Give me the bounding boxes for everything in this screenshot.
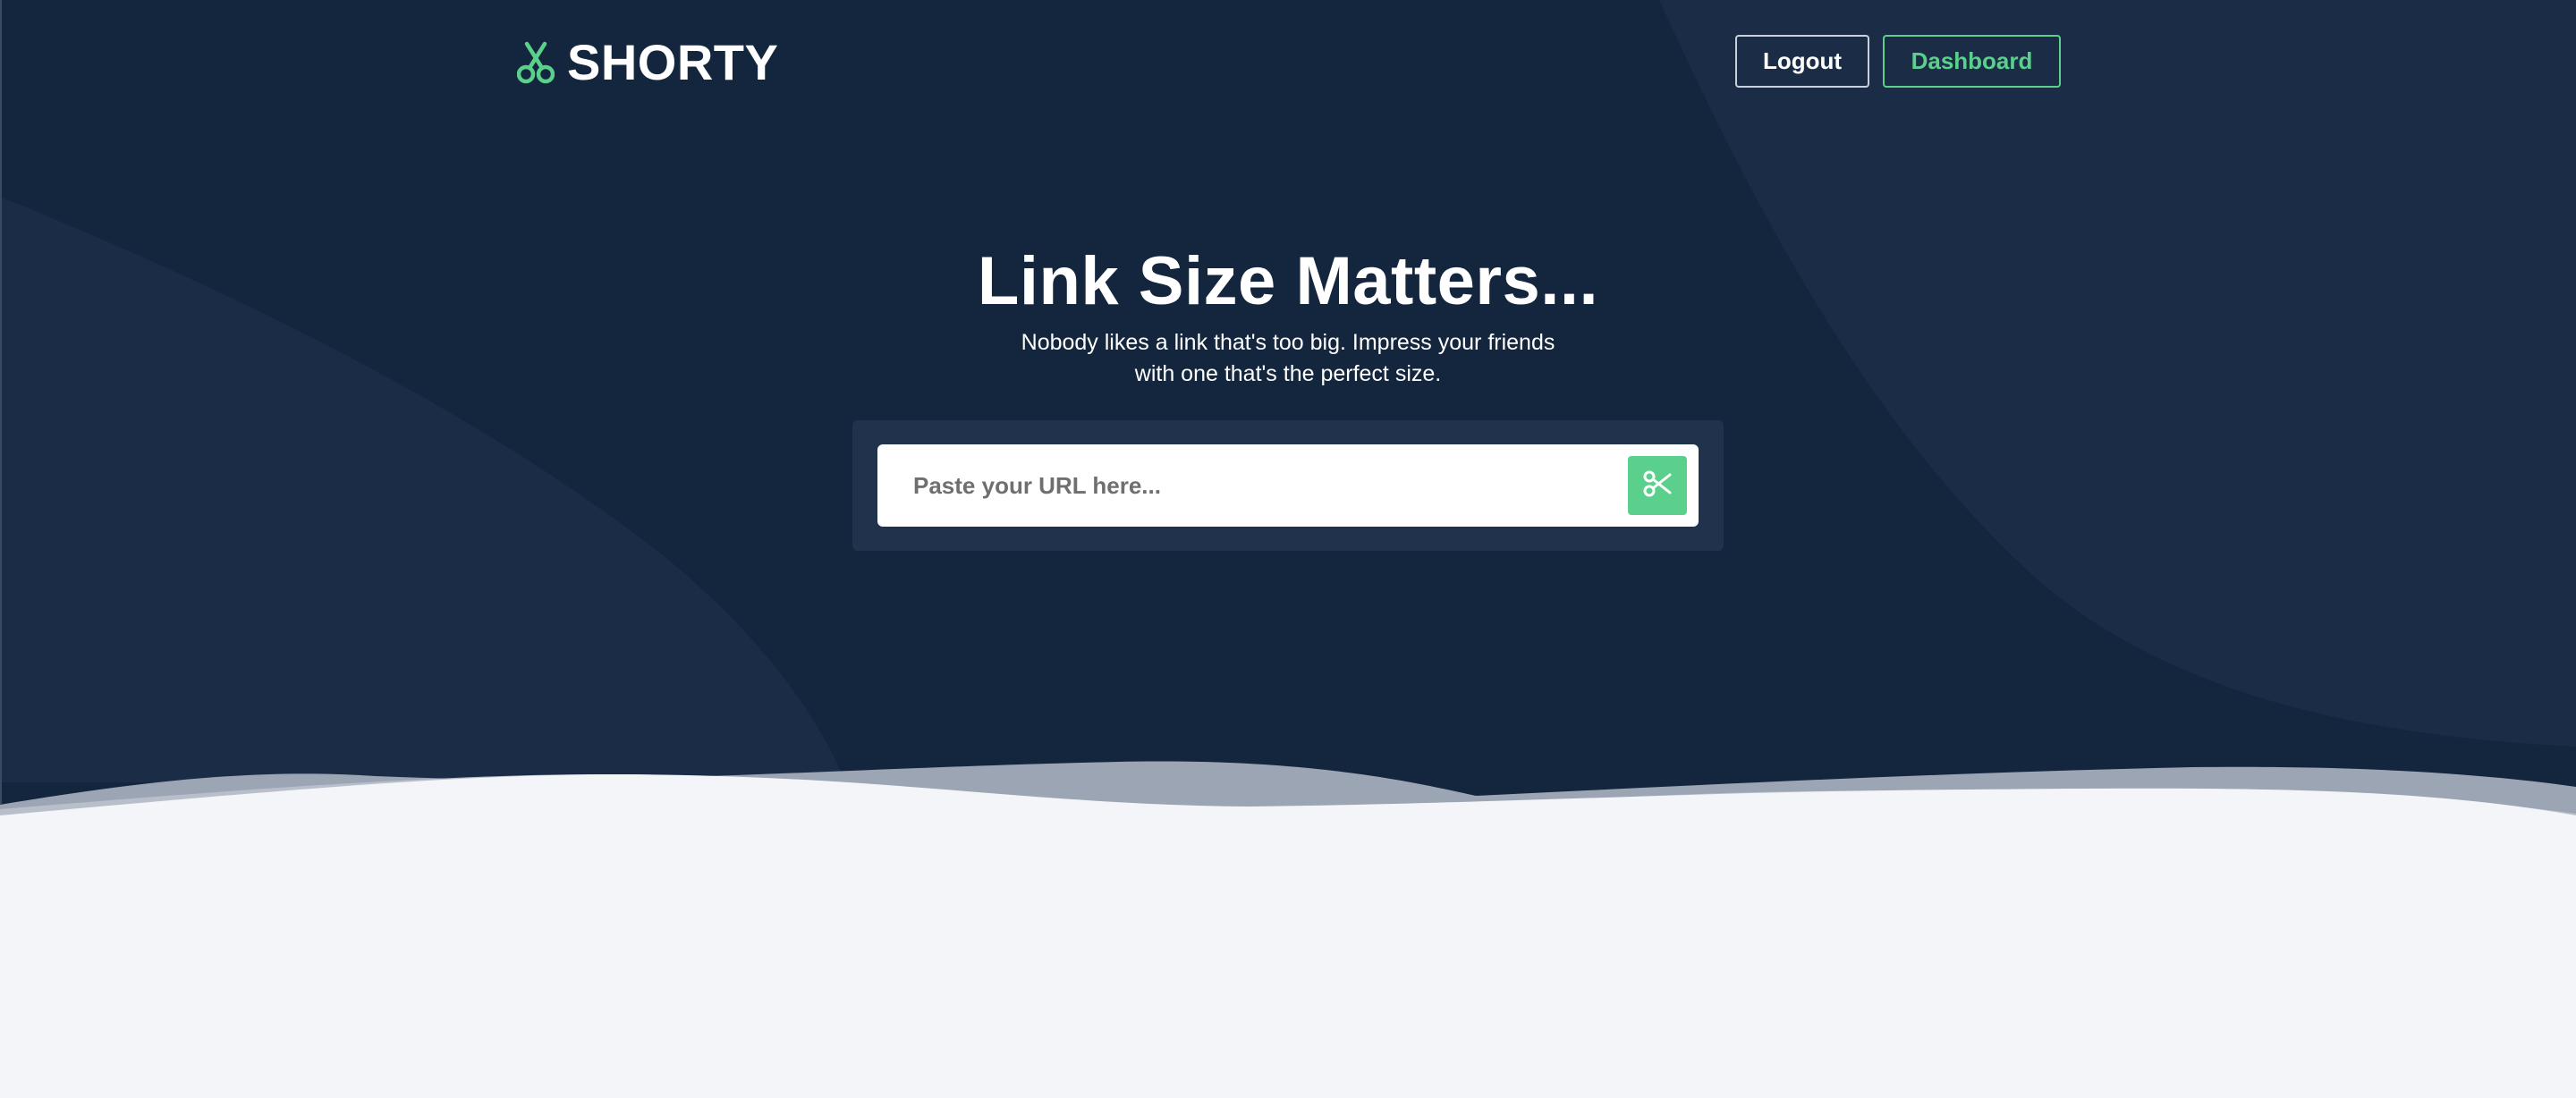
header-nav: Logout Dashboard: [1735, 35, 2061, 88]
hero-subtitle: Nobody likes a link that's too big. Impr…: [975, 327, 1601, 390]
hero-title: Link Size Matters...: [977, 243, 1599, 319]
shorten-form: [852, 420, 1724, 551]
hero-section: SHORTY Logout Dashboard Link Size Matter…: [0, 0, 2576, 1098]
dashboard-button[interactable]: Dashboard: [1883, 35, 2061, 88]
brand-name: SHORTY: [567, 34, 779, 90]
brand-logo[interactable]: SHORTY: [517, 32, 778, 93]
url-input-box: [877, 444, 1699, 527]
hero-subtitle-line-1: Nobody likes a link that's too big. Impr…: [1021, 330, 1555, 355]
scissors-icon: [517, 41, 555, 84]
shorten-button[interactable]: [1628, 456, 1687, 515]
frame-edge: [0, 0, 2, 805]
scissors-icon: [1642, 469, 1673, 503]
url-input[interactable]: [877, 444, 1620, 527]
hero-subtitle-line-2: with one that's the perfect size.: [1134, 361, 1442, 386]
page: SHORTY Logout Dashboard Link Size Matter…: [0, 0, 2576, 1098]
logout-button[interactable]: Logout: [1735, 35, 1869, 88]
